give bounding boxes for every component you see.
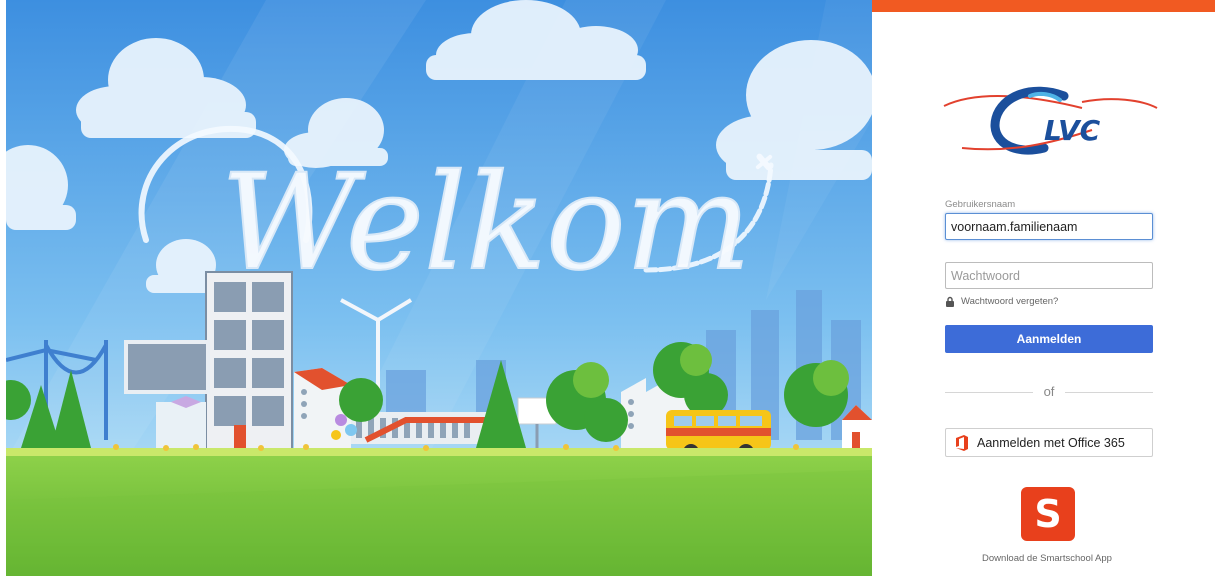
- school-logo: LVC: [932, 78, 1162, 166]
- forgot-password-text: Wachtwoord vergeten?: [961, 296, 1059, 307]
- logo-wordmark: LVC: [1044, 114, 1101, 147]
- welcome-title: Welkom: [221, 146, 751, 300]
- office-365-label: Aanmelden met Office 365: [977, 435, 1125, 450]
- welcome-illustration: Welkom: [6, 0, 872, 576]
- brand-top-bar: [872, 0, 1215, 12]
- forgot-password-link[interactable]: Wachtwoord vergeten?: [945, 296, 1058, 307]
- lvc-logo-icon: LVC: [943, 86, 1158, 155]
- login-page: Welkom LVC Gebruikersnaam voornaam.famil…: [0, 0, 1215, 576]
- login-button[interactable]: Aanmelden: [945, 325, 1153, 353]
- download-app-link[interactable]: Download de Smartschool App: [932, 553, 1162, 564]
- password-input[interactable]: [945, 262, 1153, 289]
- smartschool-app-letter: S: [1034, 492, 1062, 536]
- smartschool-app-icon[interactable]: S: [1021, 487, 1075, 541]
- username-label: Gebruikersnaam: [945, 199, 1016, 210]
- office-365-icon: [956, 434, 968, 451]
- welcome-illustration-svg: Welkom: [6, 0, 872, 576]
- separator-line-right: [1065, 392, 1153, 393]
- or-separator: of: [945, 383, 1153, 403]
- office-365-login-button[interactable]: Aanmelden met Office 365: [945, 428, 1153, 457]
- lock-icon: [946, 296, 954, 307]
- username-input[interactable]: [945, 213, 1153, 240]
- login-panel: LVC Gebruikersnaam Wachtwoord vergeten? …: [872, 0, 1215, 576]
